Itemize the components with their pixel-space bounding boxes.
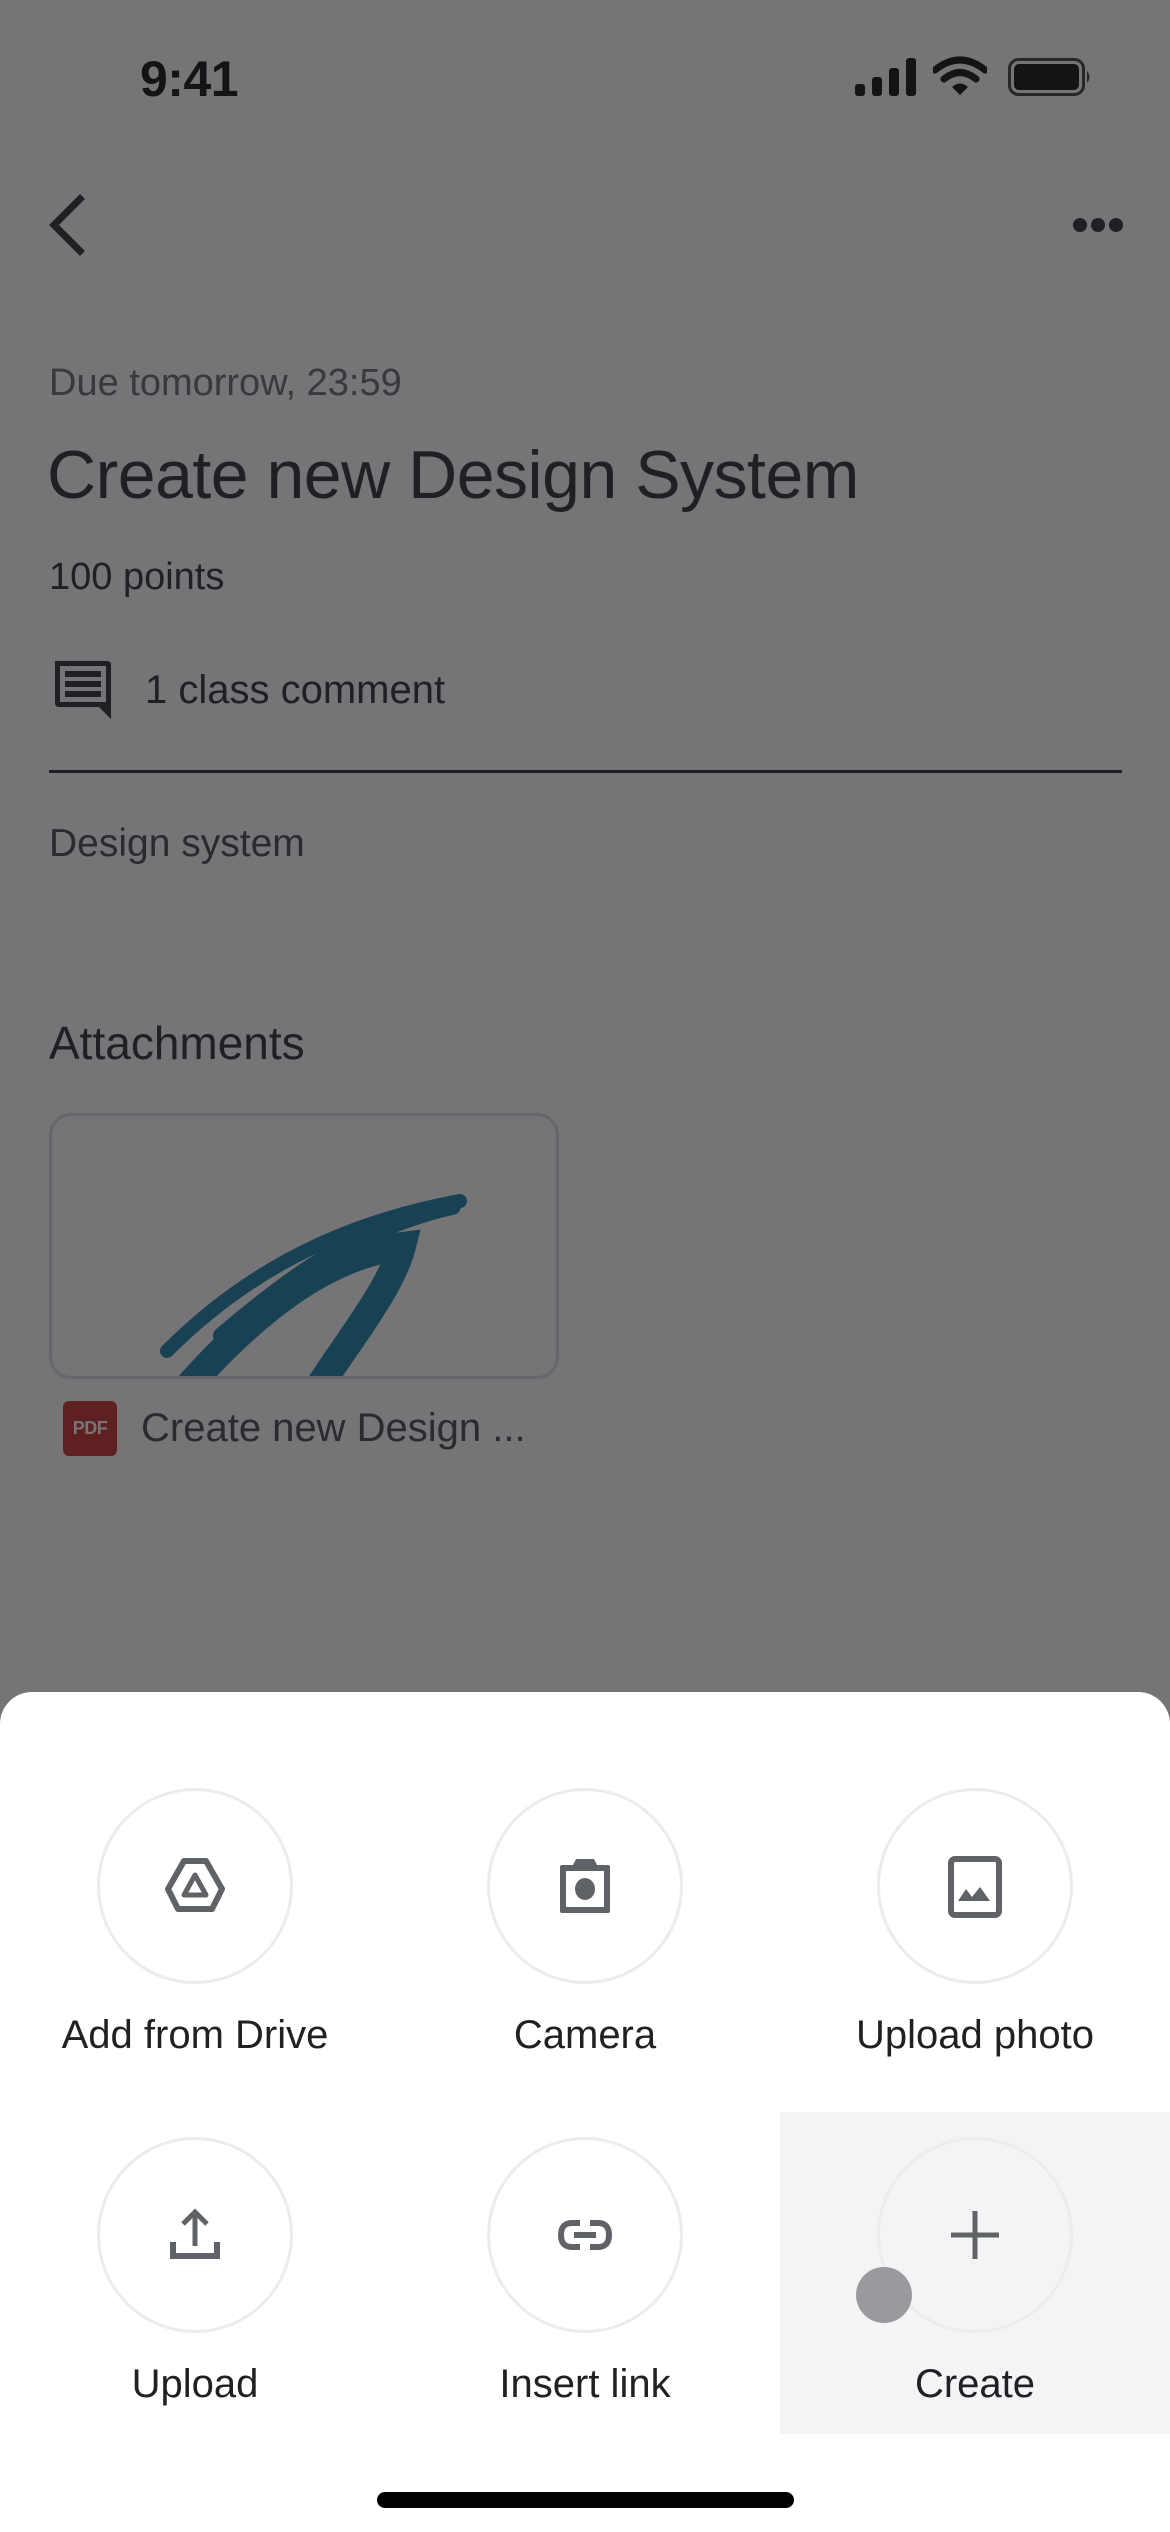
option-circle [877, 1788, 1073, 1984]
home-indicator[interactable] [377, 2492, 794, 2508]
link-icon [557, 2220, 613, 2250]
option-add-from-drive[interactable]: Add from Drive [0, 1763, 390, 2085]
option-upload-photo[interactable]: Upload photo [780, 1763, 1170, 2085]
option-label: Create [914, 2362, 1036, 2406]
option-label: Upload [131, 2362, 259, 2406]
option-create[interactable]: Create [780, 2112, 1170, 2434]
option-insert-link[interactable]: Insert link [390, 2112, 780, 2434]
option-label: Insert link [499, 2362, 671, 2406]
option-camera[interactable]: Camera [390, 1763, 780, 2085]
option-circle [487, 2137, 683, 2333]
camera-icon [560, 1859, 610, 1913]
google-drive-icon [165, 1858, 225, 1912]
option-circle [487, 1788, 683, 1984]
option-label: Camera [513, 2013, 657, 2057]
option-upload[interactable]: Upload [0, 2112, 390, 2434]
plus-icon [951, 2211, 999, 2259]
option-label: Upload photo [856, 2013, 1094, 2057]
image-icon [948, 1856, 1002, 1918]
option-circle [97, 1788, 293, 1984]
touch-indicator [856, 2267, 912, 2323]
add-attachment-sheet: Add from Drive Camera Upload photo Uploa… [0, 1692, 1170, 2532]
upload-icon [170, 2208, 220, 2259]
option-circle [97, 2137, 293, 2333]
option-label: Add from Drive [61, 2013, 329, 2057]
